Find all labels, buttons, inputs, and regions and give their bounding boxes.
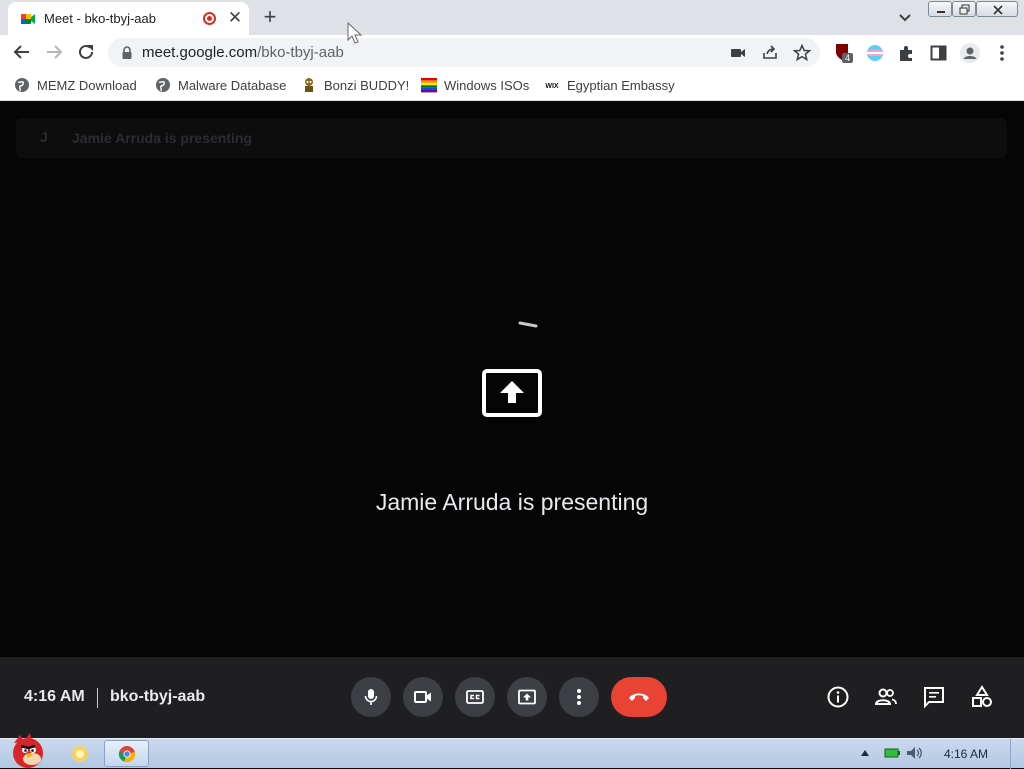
captions-icon bbox=[466, 690, 484, 704]
mouse-cursor-icon bbox=[347, 22, 363, 44]
start-button-angry-bird-icon[interactable] bbox=[4, 731, 50, 769]
explorer-folder-icon[interactable] bbox=[70, 744, 90, 764]
bookmark-label: MEMZ Download bbox=[37, 78, 137, 93]
meet-control-bar: 4:16 AM bko-tbyj-aab bbox=[0, 657, 1024, 738]
camera-button[interactable] bbox=[403, 677, 443, 717]
taskbar-clock[interactable]: 4:16 AM bbox=[944, 747, 988, 761]
url-text[interactable]: meet.google.com/bko-tbyj-aab bbox=[142, 44, 344, 61]
wix-icon: WIX bbox=[545, 83, 559, 90]
window-minimize-button[interactable] bbox=[928, 1, 952, 17]
bookmark-label: Windows ISOs bbox=[444, 78, 530, 93]
more-options-button[interactable] bbox=[559, 677, 599, 717]
close-tab-button[interactable]: ✕ bbox=[226, 8, 244, 28]
puzzle-icon[interactable] bbox=[896, 42, 918, 64]
taskbar-chrome-button[interactable] bbox=[104, 740, 149, 767]
tab-title: Meet - bko-tbyj-aab bbox=[44, 11, 156, 26]
tab-search-icon[interactable] bbox=[895, 7, 915, 27]
present-icon bbox=[518, 689, 536, 705]
kebab-menu-icon[interactable] bbox=[993, 42, 1015, 64]
chrome-icon bbox=[118, 746, 136, 763]
loading-spinner-icon bbox=[518, 321, 538, 328]
recording-indicator-icon bbox=[203, 12, 216, 25]
google-meet-icon bbox=[21, 14, 35, 24]
rainbow-icon bbox=[421, 78, 437, 93]
bookmark-label: Bonzi BUDDY! bbox=[324, 78, 410, 93]
address-bar[interactable]: meet.google.com/bko-tbyj-aab bbox=[108, 38, 820, 67]
info-icon[interactable] bbox=[826, 685, 850, 709]
captions-button[interactable] bbox=[455, 677, 495, 717]
meeting-code: bko-tbyj-aab bbox=[110, 688, 206, 705]
bookmark-label: Egyptian Embassy bbox=[567, 78, 675, 93]
share-icon[interactable] bbox=[760, 43, 780, 63]
people-icon[interactable] bbox=[874, 685, 898, 709]
ublock-badge: 4 bbox=[845, 53, 850, 63]
flag-extension-icon[interactable] bbox=[864, 42, 886, 64]
leave-call-button[interactable] bbox=[611, 677, 667, 717]
globe-icon bbox=[15, 78, 29, 92]
window-close-button[interactable] bbox=[976, 1, 1018, 17]
windows-taskbar: 4:16 AM bbox=[0, 733, 1024, 769]
wix-glyph: WIX bbox=[545, 83, 559, 90]
meet-stage: J Jamie Arruda is presenting Jamie Arrud… bbox=[0, 102, 1024, 657]
hangup-icon bbox=[629, 693, 649, 701]
presenter-tile-header[interactable]: J Jamie Arruda is presenting bbox=[16, 118, 1007, 158]
volume-icon[interactable] bbox=[906, 746, 924, 760]
presenter-avatar-initial: J bbox=[40, 129, 48, 145]
more-options-icon bbox=[577, 689, 581, 705]
show-hidden-icons-icon[interactable] bbox=[860, 749, 870, 757]
presenting-message: Jamie Arruda is presenting bbox=[375, 489, 649, 515]
window-restore-button[interactable] bbox=[952, 1, 976, 17]
bookmark-star-icon[interactable] bbox=[792, 43, 812, 63]
ublock-origin-icon[interactable]: 4 bbox=[833, 42, 855, 64]
presenter-tile-label: Jamie Arruda is presenting bbox=[72, 130, 252, 146]
meeting-time: 4:16 AM bbox=[24, 688, 85, 705]
restore-icon bbox=[959, 4, 970, 15]
bonzi-icon bbox=[305, 78, 313, 92]
divider bbox=[97, 688, 98, 708]
chat-icon[interactable] bbox=[922, 685, 946, 709]
bookmark-label: Malware Database bbox=[178, 78, 287, 93]
minimize-icon bbox=[937, 11, 945, 13]
side-panel-icon[interactable] bbox=[928, 42, 950, 64]
activities-icon[interactable] bbox=[970, 685, 994, 709]
reload-icon[interactable] bbox=[75, 41, 97, 63]
url-path: /bko-tbyj-aab bbox=[257, 44, 344, 61]
forward-arrow-icon[interactable] bbox=[43, 41, 65, 63]
camera-permission-icon[interactable] bbox=[728, 43, 748, 63]
browser-tab[interactable]: Meet - bko-tbyj-aab ✕ bbox=[8, 2, 249, 35]
url-host: meet.google.com bbox=[142, 44, 258, 61]
battery-icon[interactable] bbox=[884, 747, 900, 759]
camera-icon bbox=[414, 691, 431, 703]
show-desktop-button[interactable] bbox=[1010, 739, 1024, 769]
present-now-button[interactable] bbox=[507, 677, 547, 717]
close-icon bbox=[993, 5, 1003, 15]
globe-icon bbox=[156, 78, 170, 92]
profile-icon[interactable] bbox=[959, 42, 981, 64]
mic-icon bbox=[364, 689, 378, 705]
browser-toolbar: meet.google.com/bko-tbyj-aab 4 bbox=[0, 35, 1024, 70]
bookmarks-bar: MEMZ Download Malware Database Bonzi BUD… bbox=[0, 70, 1024, 101]
back-arrow-icon[interactable] bbox=[11, 41, 33, 63]
screen-share-icon bbox=[482, 369, 542, 417]
microphone-button[interactable] bbox=[351, 677, 391, 717]
lock-icon[interactable] bbox=[120, 45, 134, 61]
new-tab-button[interactable]: + bbox=[259, 4, 281, 30]
tab-strip: Meet - bko-tbyj-aab ✕ + bbox=[0, 0, 1024, 35]
